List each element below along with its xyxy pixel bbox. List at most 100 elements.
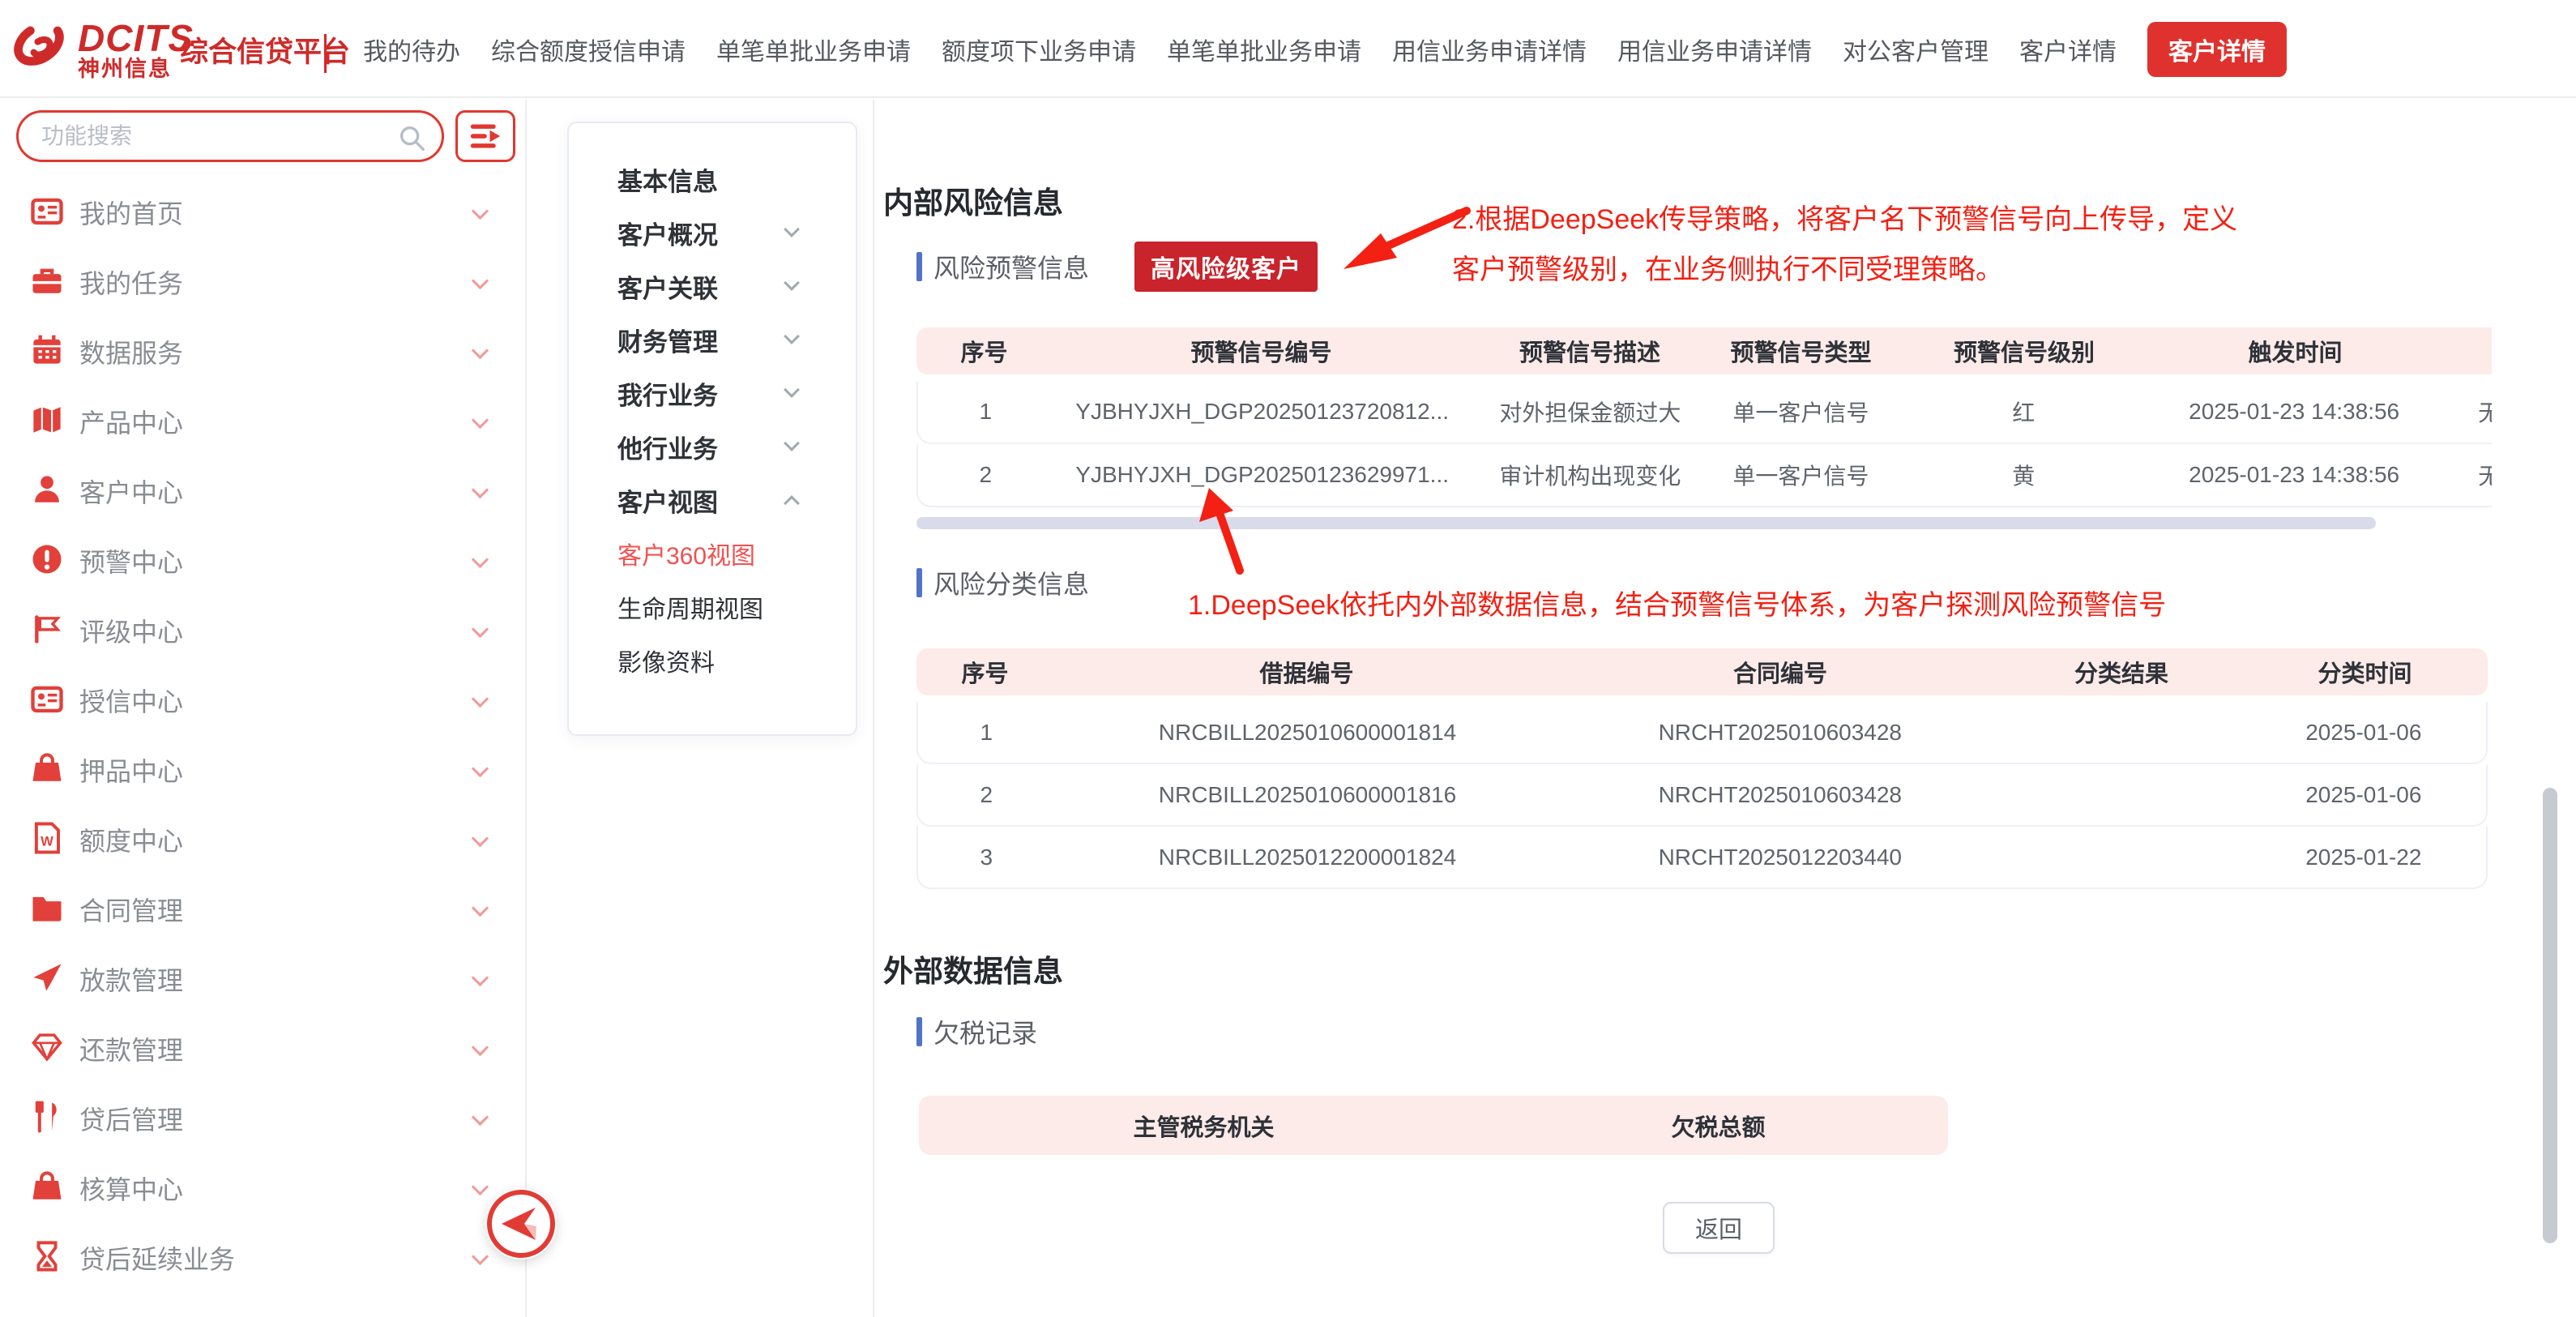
divider	[525, 100, 527, 1317]
horizontal-scrollbar[interactable]	[916, 517, 2376, 529]
table-row: 2NRCBILL2025010600001816NRCHT20250106034…	[916, 764, 2488, 827]
topnav-item-5[interactable]: 单笔单批业务申请	[1167, 32, 1361, 67]
topnav-item-4[interactable]: 额度项下业务申请	[942, 32, 1136, 67]
sidebar-item-15[interactable]: 核算中心	[0, 1153, 525, 1223]
table-cell: NRCHT2025010603428	[1560, 702, 2000, 763]
search-input[interactable]	[41, 115, 390, 157]
table-cell: NRCBILL2025010600001816	[1055, 764, 1561, 825]
back-button[interactable]: 返回	[1663, 1202, 1775, 1254]
customer-view-menu-item-5[interactable]: 我行业务	[569, 366, 856, 420]
gem-icon	[29, 1029, 65, 1069]
customer-view-menu-item-3[interactable]: 客户关联	[569, 259, 856, 313]
sidebar-item-4[interactable]: 产品中心	[0, 387, 525, 456]
table-header-cell: 分类时间	[2242, 648, 2488, 695]
topnav-item-10[interactable]: 客户详情	[2147, 22, 2287, 77]
utensils-icon	[29, 1099, 65, 1139]
sidebar-item-label: 预警中心	[79, 542, 183, 579]
annotation-propagation-strategy: 2.根据DeepSeek传导策略，将客户名下预警信号向上传导，定义客户预警级别，…	[1452, 195, 2237, 295]
topnav-item-3[interactable]: 单笔单批业务申请	[716, 32, 911, 67]
chevron-down-icon	[472, 760, 489, 777]
table-header-row: 序号预警信号编号预警信号描述预警信号类型预警信号级别触发时间信	[916, 327, 2492, 374]
table-row: 1NRCBILL2025010600001814NRCHT20250106034…	[916, 702, 2488, 764]
sidebar-item-16[interactable]: 贷后延续业务	[0, 1223, 525, 1293]
sidebar-item-10[interactable]: W额度中心	[0, 805, 525, 874]
table-cell: 2025-01-23 14:38:56	[2155, 381, 2433, 443]
customer-view-menu-item-7[interactable]: 客户视图	[569, 473, 856, 527]
section-bar	[916, 1017, 922, 1046]
table-cell: 2025-01-23 14:38:56	[2155, 444, 2433, 506]
customer-view-menu-item-9[interactable]: 生命周期视图	[569, 580, 856, 634]
alert-circle-icon	[29, 541, 65, 581]
sidebar-item-12[interactable]: 放款管理	[0, 944, 525, 1014]
table-header-cell: 序号	[916, 648, 1053, 695]
search-icon[interactable]	[396, 122, 429, 159]
sidebar-item-8[interactable]: 授信中心	[0, 665, 525, 735]
table-header-cell: 合同编号	[1560, 648, 2001, 695]
sidebar-item-label: 我的任务	[79, 263, 183, 301]
table-cell: NRCHT2025012203440	[1560, 827, 2000, 887]
paper-plane-icon	[29, 960, 65, 999]
chevron-down-icon	[472, 342, 489, 359]
logo-brand: DCITS	[78, 19, 194, 57]
customer-view-menu-item-4[interactable]: 财务管理	[569, 313, 856, 366]
sidebar-item-2[interactable]: 我的任务	[0, 247, 525, 317]
sidebar-item-1[interactable]: 我的首页	[0, 177, 525, 247]
top-navigation: 我的待办综合额度授信申请单笔单批业务申请额度项下业务申请单笔单批业务申请用信业务…	[363, 0, 2287, 98]
table-header-cell: 分类结果	[2001, 648, 2242, 695]
divider	[873, 100, 874, 1317]
annotation-arrow-icon	[1321, 201, 1475, 282]
risk-class-table: 序号借据编号合同编号分类结果分类时间1NRCBILL20250106000018…	[916, 648, 2488, 889]
menu-collapse-button[interactable]	[455, 110, 515, 162]
sidebar-collapse-button[interactable]	[485, 1188, 557, 1259]
sidebar-item-9[interactable]: 押品中心	[0, 735, 525, 805]
topnav-item-7[interactable]: 用信业务申请详情	[1617, 32, 1812, 67]
chevron-down-icon	[472, 1039, 489, 1056]
table-row: 3NRCBILL2025012200001824NRCHT20250122034…	[916, 827, 2488, 889]
vertical-scrollbar[interactable]	[2543, 788, 2557, 1243]
sidebar-item-3[interactable]: 数据服务	[0, 317, 525, 387]
customer-view-menu-item-8[interactable]: 客户360视图	[569, 527, 856, 580]
sidebar-item-label: 评级中心	[79, 612, 183, 649]
topnav-item-6[interactable]: 用信业务申请详情	[1392, 32, 1587, 67]
customer-view-menu: 基本信息客户概况客户关联财务管理我行业务他行业务客户视图客户360视图生命周期视…	[569, 123, 856, 687]
customer-view-menu-item-2[interactable]: 客户概况	[569, 206, 856, 259]
sidebar-item-6[interactable]: 预警中心	[0, 526, 525, 596]
chevron-down-icon	[472, 969, 489, 986]
table-cell: 1	[918, 381, 1053, 443]
table-cell: 无	[2433, 381, 2492, 443]
external-data-title: 外部数据信息	[883, 947, 1063, 990]
sidebar-item-14[interactable]: 贷后管理	[0, 1084, 525, 1153]
table-cell: 2025-01-22	[2241, 827, 2486, 887]
internal-risk-title: 内部风险信息	[883, 178, 1063, 222]
customer-view-menu-item-1[interactable]: 基本信息	[569, 152, 856, 206]
customer-view-menu-item-6[interactable]: 他行业务	[569, 420, 856, 473]
table-cell: 2	[918, 764, 1055, 825]
sidebar-item-13[interactable]: 还款管理	[0, 1014, 525, 1084]
chevron-down-icon	[472, 830, 489, 847]
id-card-icon	[29, 681, 65, 721]
topnav-item-2[interactable]: 综合额度授信申请	[491, 32, 686, 67]
dcits-logo-icon	[10, 15, 76, 88]
table-cell: NRCBILL2025012200001824	[1055, 827, 1561, 887]
topnav-item-1[interactable]: 我的待办	[363, 32, 460, 67]
chevron-down-icon	[472, 691, 489, 708]
sidebar-item-5[interactable]: 客户中心	[0, 456, 525, 526]
table-row: 2YJBHYJXH_DGP20250123629971...审计机构出现变化单一…	[916, 444, 2492, 507]
sidebar-item-label: 产品中心	[79, 403, 183, 440]
sidebar-item-label: 数据服务	[79, 333, 183, 370]
map-icon	[29, 402, 65, 442]
sidebar-item-label: 放款管理	[79, 960, 183, 998]
table-header-cell: 主管税务机关	[919, 1096, 1489, 1155]
table-header-row: 主管税务机关欠税总额	[919, 1096, 1948, 1155]
shopping-bag-icon	[29, 750, 65, 790]
chevron-up-icon	[784, 495, 800, 511]
sidebar-item-11[interactable]: 合同管理	[0, 874, 525, 944]
table-header-cell: 欠税总额	[1489, 1096, 1948, 1155]
customer-view-menu-item-10[interactable]: 影像资料	[569, 634, 856, 687]
hourglass-icon	[29, 1238, 65, 1278]
sidebar-item-7[interactable]: 评级中心	[0, 596, 525, 665]
topnav-item-9[interactable]: 客户详情	[2019, 32, 2117, 67]
table-header-cell: 序号	[916, 327, 1052, 374]
topnav-item-8[interactable]: 对公客户管理	[1843, 32, 1989, 67]
calendar-icon	[29, 332, 65, 372]
